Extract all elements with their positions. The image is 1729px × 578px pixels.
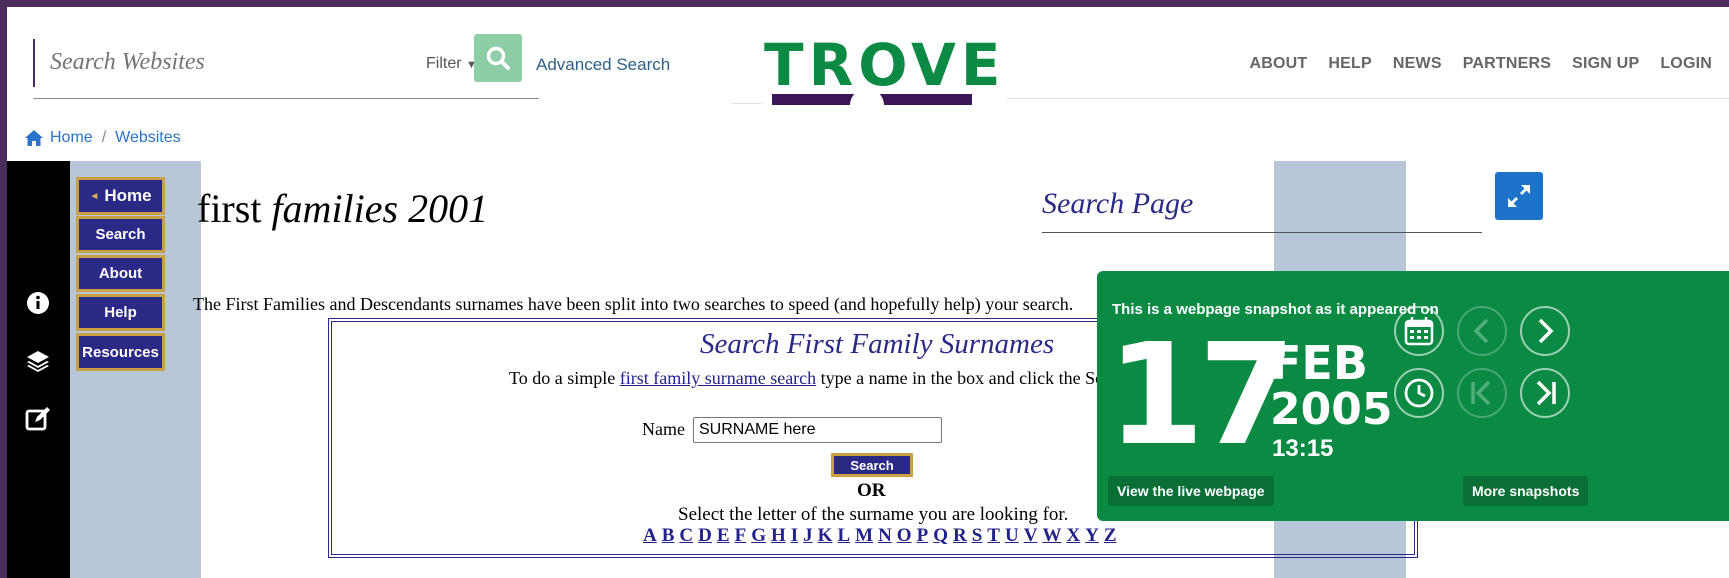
info-icon[interactable]: [24, 289, 52, 317]
title-plain: first: [197, 186, 272, 231]
header-search: Filter ▼: [33, 33, 539, 99]
letter-link[interactable]: A: [643, 525, 657, 547]
archive-nav-resources[interactable]: Resources: [76, 333, 165, 371]
last-snapshot-button[interactable]: [1520, 368, 1570, 418]
nav-about[interactable]: ABOUT: [1250, 55, 1308, 73]
browser-frame: Filter ▼ Advanced Search TROVE ABOUT HEL…: [7, 7, 1729, 578]
title-italic: families 2001: [271, 186, 489, 231]
snapshot-day: 17: [1107, 314, 1296, 477]
letter-link[interactable]: W: [1042, 525, 1061, 547]
letter-link[interactable]: C: [679, 525, 693, 547]
breadcrumb: Home / Websites: [24, 129, 181, 147]
form-title: Search First Family Surnames: [700, 328, 1055, 360]
search-page-field[interactable]: Search Page: [1042, 173, 1482, 233]
archive-nav-help[interactable]: Help: [76, 294, 165, 331]
snapshot-time: 13:15: [1272, 435, 1334, 462]
snapshot-panel: This is a webpage snapshot as it appeare…: [1097, 271, 1729, 521]
nav-sign-up[interactable]: SIGN UP: [1572, 55, 1639, 73]
search-input[interactable]: [50, 49, 350, 76]
layers-icon[interactable]: [24, 347, 52, 375]
view-live-webpage-button[interactable]: View the live webpage: [1108, 476, 1274, 506]
letter-link[interactable]: P: [917, 525, 929, 547]
letter-link[interactable]: D: [698, 525, 712, 547]
search-icon: [486, 46, 510, 70]
letter-link[interactable]: J: [803, 525, 813, 547]
time-button[interactable]: [1394, 368, 1444, 418]
snapshot-year: 2005: [1270, 384, 1393, 435]
letter-link[interactable]: B: [662, 525, 675, 547]
filter-dropdown[interactable]: Filter ▼: [426, 55, 477, 73]
surname-search-button[interactable]: Search: [831, 453, 913, 477]
triangle-left-icon: ◄: [89, 190, 100, 202]
letter-link[interactable]: E: [717, 525, 730, 547]
chevron-left-icon: [1473, 318, 1489, 344]
letter-link[interactable]: L: [837, 525, 850, 547]
archive-nav-search[interactable]: Search: [76, 216, 165, 253]
name-label: Name: [642, 419, 685, 439]
previous-snapshot-button[interactable]: [1457, 306, 1507, 356]
expand-icon: [1508, 185, 1530, 207]
home-icon: [25, 130, 43, 146]
letter-link[interactable]: R: [953, 525, 967, 547]
letter-link[interactable]: Y: [1085, 525, 1099, 547]
breadcrumb-websites[interactable]: Websites: [115, 129, 181, 147]
surname-search-link[interactable]: first family surname search: [620, 368, 816, 388]
calendar-icon: [1404, 317, 1434, 346]
skip-last-icon: [1536, 380, 1556, 406]
viewer-toolbar: [7, 161, 70, 578]
archive-nav-home[interactable]: ◄ Home: [76, 177, 165, 215]
breadcrumb-separator: /: [101, 129, 107, 146]
advanced-search-link[interactable]: Advanced Search: [536, 55, 670, 75]
breadcrumb-home[interactable]: Home: [50, 129, 93, 147]
more-snapshots-button[interactable]: More snapshots: [1463, 476, 1589, 506]
letter-link[interactable]: M: [855, 525, 873, 547]
letter-link[interactable]: U: [1005, 525, 1019, 547]
archive-nav-label: Home: [104, 186, 152, 205]
search-page-label: Search Page: [1042, 187, 1194, 220]
letter-link[interactable]: Z: [1104, 525, 1117, 547]
logo-text: TROVE: [764, 31, 1006, 99]
archive-nav-about[interactable]: About: [76, 255, 165, 292]
header-divider: [1007, 98, 1729, 99]
chevron-right-icon: [1538, 318, 1554, 344]
instructions-text: To do a simple: [509, 368, 620, 388]
letter-link[interactable]: G: [751, 525, 766, 547]
edit-icon[interactable]: [24, 405, 52, 433]
nav-news[interactable]: NEWS: [1393, 55, 1442, 73]
snapshot-month: FEB: [1270, 336, 1368, 390]
letter-link[interactable]: H: [771, 525, 786, 547]
top-nav: ABOUT HELP NEWS PARTNERS SIGN UP LOGIN: [1250, 55, 1712, 73]
archive-page-title: first families 2001: [197, 185, 488, 232]
search-button[interactable]: [474, 34, 522, 82]
letter-link[interactable]: I: [791, 525, 798, 547]
letter-link[interactable]: V: [1024, 525, 1038, 547]
intro-text: The First Families and Descendants surna…: [193, 294, 1074, 314]
nav-partners[interactable]: PARTNERS: [1463, 55, 1551, 73]
letter-link[interactable]: K: [818, 525, 833, 547]
letter-link[interactable]: T: [987, 525, 1000, 547]
letter-link[interactable]: Q: [933, 525, 948, 547]
select-letter-text: Select the letter of the surname you are…: [678, 504, 1069, 525]
clock-icon: [1404, 378, 1434, 408]
trove-logo[interactable]: TROVE: [764, 33, 1000, 105]
nav-login[interactable]: LOGIN: [1660, 55, 1712, 73]
nav-help[interactable]: HELP: [1328, 55, 1371, 73]
first-snapshot-button[interactable]: [1457, 368, 1507, 418]
form-instructions: To do a simple first family surname sear…: [509, 368, 1189, 389]
search-accent-bar: [33, 39, 35, 87]
fullscreen-button[interactable]: [1495, 172, 1543, 220]
letter-link[interactable]: S: [972, 525, 983, 547]
next-snapshot-button[interactable]: [1520, 306, 1570, 356]
letter-link[interactable]: N: [878, 525, 892, 547]
filter-label: Filter: [426, 55, 462, 72]
calendar-button[interactable]: [1394, 306, 1444, 356]
letter-link[interactable]: O: [897, 525, 912, 547]
letter-index: ABCDEFGHIJKLMNOPQRSTUVWXYZ: [643, 525, 1117, 547]
letter-link[interactable]: X: [1066, 525, 1080, 547]
header-divider: [732, 103, 762, 104]
skip-first-icon: [1471, 380, 1491, 406]
or-text: OR: [857, 480, 886, 501]
surname-input[interactable]: [693, 417, 942, 443]
letter-link[interactable]: F: [735, 525, 747, 547]
